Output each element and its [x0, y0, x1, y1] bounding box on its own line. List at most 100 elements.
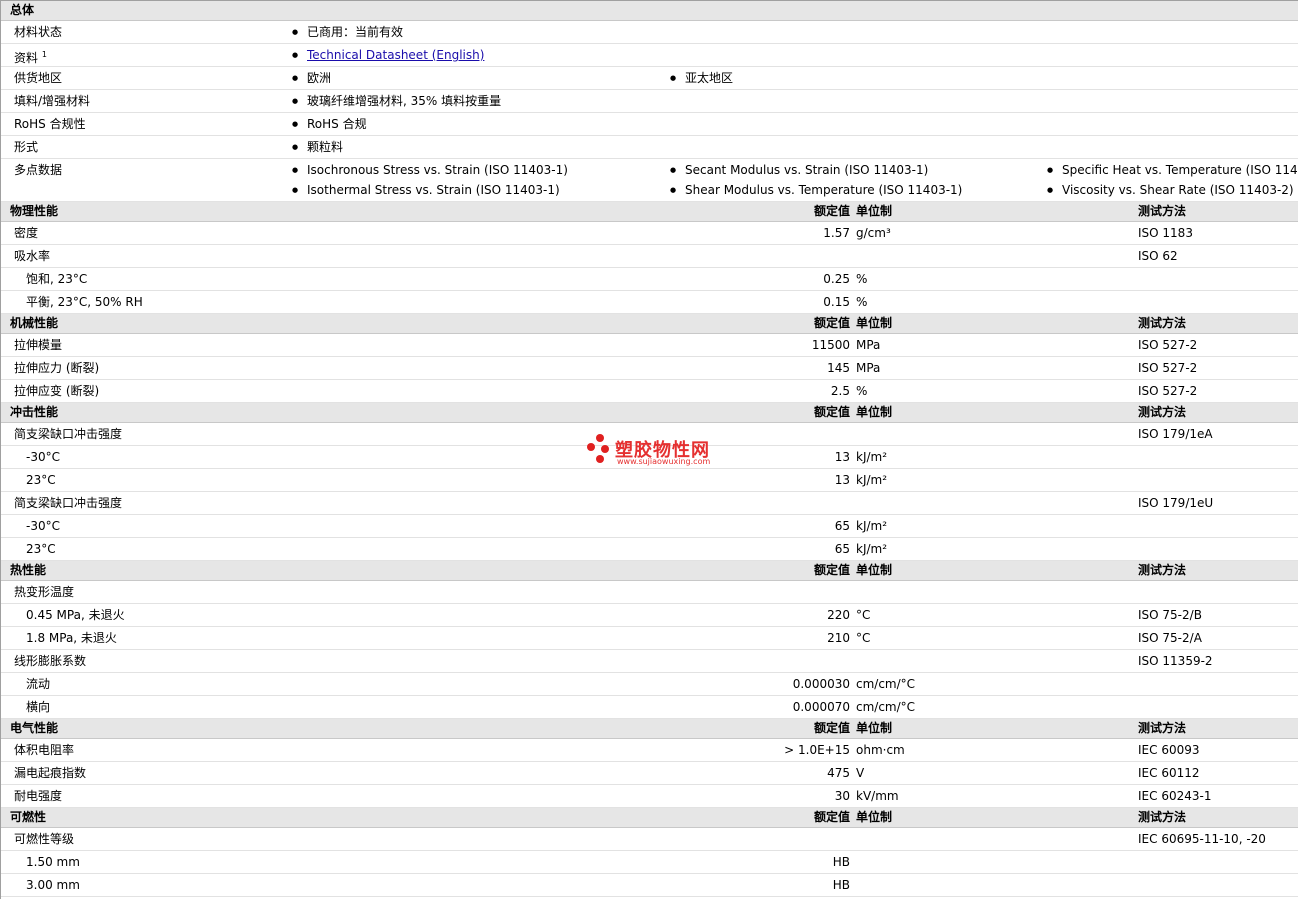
table-row: 密度 1.57 g/cm³ ISO 1183 [1, 222, 1298, 245]
header-method: 测试方法 [1138, 721, 1187, 735]
row-label: 饱和, 23°C [26, 272, 88, 286]
row-value: 65 [834, 519, 850, 533]
row-value: 210 [827, 631, 850, 645]
section-title: 可燃性 [10, 810, 47, 824]
form-value: 颗粒料 [292, 136, 343, 158]
row-unit: kJ/m² [856, 519, 888, 533]
header-nominal: 额定值 [813, 405, 850, 419]
row-label: 密度 [14, 226, 39, 240]
row-label: 资料 1 [14, 44, 47, 69]
filler-value: 玻璃纤维增强材料, 35% 填料按重量 [292, 90, 501, 112]
row-unit: kJ/m² [856, 542, 888, 556]
table-row: -30°C 65 kJ/m² [1, 515, 1298, 538]
row-label: 1.50 mm [26, 855, 80, 869]
row-unit: % [856, 272, 868, 286]
table-row: 吸水率 ISO 62 [1, 245, 1298, 268]
doc-bullet: Technical Datasheet (English) [292, 44, 484, 66]
property-sections: 物理性能 额定值 单位制 测试方法 密度 1.57 g/cm³ ISO 1183 吸水率 ISO … [1, 202, 1298, 897]
section-header-flammability: 可燃性 额定值 单位制 测试方法 [1, 808, 1298, 828]
header-nominal: 额定值 [813, 810, 850, 824]
row-value: HB [832, 855, 850, 869]
table-row: 3.00 mm HB [1, 874, 1298, 897]
multipoint-link: Secant Modulus vs. Strain (ISO 11403-1) [670, 160, 928, 180]
general-row-docs: 资料 1 Technical Datasheet (English) [1, 44, 1298, 67]
header-method: 测试方法 [1138, 810, 1187, 824]
row-label: 线形膨胀系数 [14, 654, 87, 668]
row-label: 拉伸应变 (断裂) [14, 384, 100, 398]
row-label: 材料状态 [14, 25, 63, 39]
section-header-physical: 物理性能 额定值 单位制 测试方法 [1, 202, 1298, 222]
row-unit: cm/cm/°C [856, 700, 916, 714]
table-row: 简支梁缺口冲击强度 ISO 179/1eA [1, 423, 1298, 446]
multipoint-link: Shear Modulus vs. Temperature (ISO 11403… [670, 180, 962, 200]
table-row: 拉伸应力 (断裂) 145 MPa ISO 527-2 [1, 357, 1298, 380]
header-unit: 单位制 [856, 204, 893, 218]
row-label: 吸水率 [14, 249, 51, 263]
section-header-electrical: 电气性能 额定值 单位制 测试方法 [1, 719, 1298, 739]
row-method: IEC 60243-1 [1138, 789, 1212, 803]
row-label: 23°C [26, 473, 56, 487]
row-method: ISO 527-2 [1138, 361, 1198, 375]
multipoint-link: Specific Heat vs. Temperature (ISO 11403… [1047, 160, 1298, 180]
row-label: 简支梁缺口冲击强度 [14, 427, 123, 441]
general-row-filler: 填料/增强材料 玻璃纤维增强材料, 35% 填料按重量 [1, 90, 1298, 113]
row-label: 多点数据 [14, 163, 63, 177]
general-row-multipoint: 多点数据 Isochronous Stress vs. Strain (ISO … [1, 159, 1298, 202]
header-method: 测试方法 [1138, 563, 1187, 577]
table-row: 横向 0.000070 cm/cm/°C [1, 696, 1298, 719]
row-label: -30°C [26, 519, 60, 533]
row-unit: MPa [856, 338, 881, 352]
docs-label-text: 资料 [14, 51, 39, 65]
header-nominal: 额定值 [813, 721, 850, 735]
row-method: ISO 179/1eU [1138, 496, 1214, 510]
row-method: IEC 60093 [1138, 743, 1200, 757]
table-row: 流动 0.000030 cm/cm/°C [1, 673, 1298, 696]
row-unit: V [856, 766, 865, 780]
row-value: 13 [834, 473, 850, 487]
row-method: ISO 527-2 [1138, 338, 1198, 352]
section-header-mechanical: 机械性能 额定值 单位制 测试方法 [1, 314, 1298, 334]
row-value: 1.57 [823, 226, 850, 240]
row-method: ISO 11359-2 [1138, 654, 1213, 668]
header-unit: 单位制 [856, 405, 893, 419]
row-label: 填料/增强材料 [14, 94, 91, 108]
table-row: 23°C 65 kJ/m² [1, 538, 1298, 561]
row-label: 拉伸模量 [14, 338, 63, 352]
row-label: 体积电阻率 [14, 743, 75, 757]
row-value: 0.25 [823, 272, 850, 286]
row-unit: °C [856, 631, 871, 645]
table-row: 饱和, 23°C 0.25% [1, 268, 1298, 291]
row-value: 0.000030 [792, 677, 850, 691]
table-row: 热变形温度 [1, 581, 1298, 604]
row-value: 145 [827, 361, 850, 375]
row-value: 65 [834, 542, 850, 556]
row-label: 供货地区 [14, 71, 63, 85]
header-method: 测试方法 [1138, 316, 1187, 330]
section-title: 总体 [10, 3, 35, 17]
row-label: RoHS 合规性 [14, 117, 86, 131]
header-nominal: 额定值 [813, 316, 850, 330]
datasheet: 总体 材料状态 已商用：当前有效 资料 1 Technical Datashee… [0, 0, 1298, 899]
table-row: 平衡, 23°C, 50% RH 0.15% [1, 291, 1298, 314]
region-item: 亚太地区 [670, 67, 733, 89]
section-header-impact: 冲击性能 额定值 单位制 测试方法 [1, 403, 1298, 423]
technical-datasheet-link[interactable]: Technical Datasheet (English) [307, 48, 484, 62]
row-label: 横向 [26, 700, 51, 714]
row-unit: g/cm³ [856, 226, 891, 240]
row-label: 耐电强度 [14, 789, 63, 803]
table-row: -30°C 13 kJ/m² [1, 446, 1298, 469]
rohs-value: RoHS 合规 [292, 113, 367, 135]
status-value: 已商用：当前有效 [292, 21, 403, 43]
row-label: 3.00 mm [26, 878, 80, 892]
row-label: 平衡, 23°C, 50% RH [26, 295, 143, 309]
row-value: 475 [827, 766, 850, 780]
row-label: 热变形温度 [14, 585, 75, 599]
row-label: 流动 [26, 677, 51, 691]
row-unit: ohm·cm [856, 743, 905, 757]
section-header-general: 总体 [1, 1, 1298, 21]
general-row-form: 形式 颗粒料 [1, 136, 1298, 159]
row-unit: kJ/m² [856, 473, 888, 487]
table-row: 耐电强度 30 kV/mm IEC 60243-1 [1, 785, 1298, 808]
row-label: 拉伸应力 (断裂) [14, 361, 100, 375]
header-unit: 单位制 [856, 721, 893, 735]
